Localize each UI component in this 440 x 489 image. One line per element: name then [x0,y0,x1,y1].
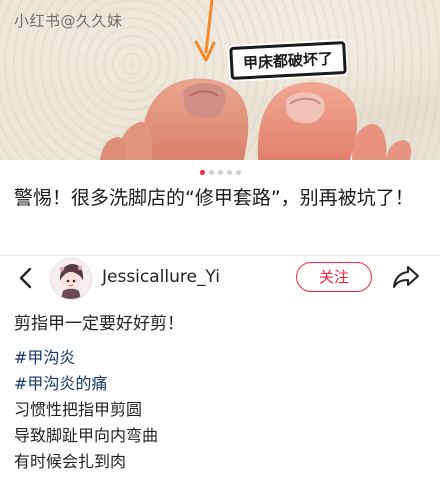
share-arrow-icon[interactable] [392,264,420,290]
hashtag-link[interactable]: #甲沟炎 [14,348,75,367]
hashtag-link[interactable]: #甲沟炎的痛 [14,374,107,393]
post-title: 警惕！很多洗脚店的“修甲套路”，别再被坑了！ [14,187,414,209]
avatar[interactable] [50,258,92,300]
hashtag: #甲沟炎的痛 [14,371,432,397]
body-line: 有时候会扎到肉 [14,452,127,471]
body-lead: 剪指甲一定要好好剪！ [14,314,184,334]
follow-button[interactable]: 关注 [296,262,372,292]
body-line: 导致脚趾甲向内弯曲 [14,426,159,445]
image-caption: 甲床都破坏了 [229,40,347,81]
carousel-dot[interactable] [208,170,214,175]
carousel-indicator [0,170,440,175]
carousel-dot[interactable] [199,170,205,175]
avatar-illustration [51,259,91,299]
post-body: 剪指甲一定要好好剪！ #甲沟炎 #甲沟炎的痛 习惯性把指甲剪圆 导致脚趾甲向内弯… [14,311,432,475]
watermark: 小红书@久久妹 [14,12,123,30]
chevron-left-icon[interactable] [14,266,38,290]
post-image[interactable]: 小红书@久久妹 甲床都破坏了 [0,0,440,160]
author-bar: Jessicallure_Yi 关注 [0,256,440,300]
author-name[interactable]: Jessicallure_Yi [102,267,220,287]
carousel-dot[interactable] [217,170,223,175]
carousel-dot[interactable] [235,170,241,175]
body-line: 习惯性把指甲剪圆 [14,400,143,419]
hashtag: #甲沟炎 [14,345,432,371]
carousel-dot[interactable] [226,170,232,175]
